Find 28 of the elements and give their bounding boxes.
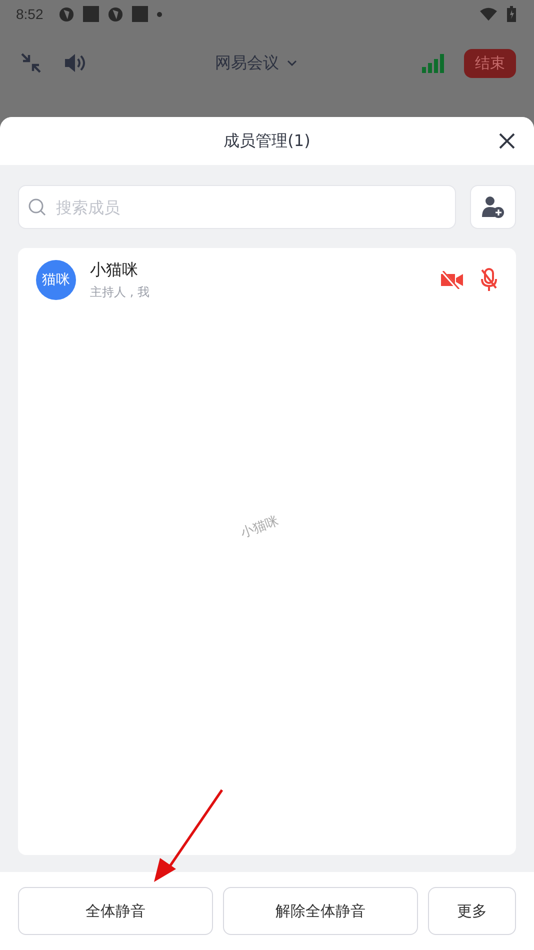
action-button[interactable]: 更多 — [428, 887, 516, 935]
search-field[interactable]: 搜索成员 — [18, 185, 456, 229]
action-button[interactable]: 全体静音 — [18, 887, 213, 935]
speaker-icon[interactable] — [64, 52, 88, 74]
name-watermark: 小猫咪 — [238, 512, 281, 542]
square-icon — [132, 6, 148, 22]
sheet-title: 成员管理(1) — [224, 130, 310, 152]
member-name: 小猫咪 — [90, 260, 139, 280]
mic-off-icon[interactable] — [480, 268, 498, 292]
action-button[interactable]: 解除全体静音 — [223, 887, 418, 935]
close-icon[interactable] — [499, 133, 515, 149]
square-icon — [83, 6, 100, 22]
chevron-down-icon[interactable] — [287, 60, 297, 66]
battery-icon — [507, 6, 516, 22]
wifi-icon — [480, 7, 497, 21]
member-role: 主持人 , 我 — [90, 284, 150, 300]
avatar: 猫咪 — [36, 260, 76, 300]
signal-icon — [422, 54, 444, 72]
aperture-icon — [59, 6, 74, 22]
shrink-icon[interactable] — [20, 52, 42, 74]
dot-icon — [157, 12, 162, 16]
aperture-icon — [108, 6, 124, 22]
camera-off-icon[interactable] — [440, 271, 464, 289]
member-row[interactable]: 猫咪 小猫咪 主持人 , 我 — [18, 248, 516, 312]
person-plus-icon — [481, 195, 505, 219]
clock-time: 8:52 — [16, 6, 44, 22]
add-member-button[interactable] — [470, 185, 516, 229]
search-icon — [28, 198, 46, 216]
